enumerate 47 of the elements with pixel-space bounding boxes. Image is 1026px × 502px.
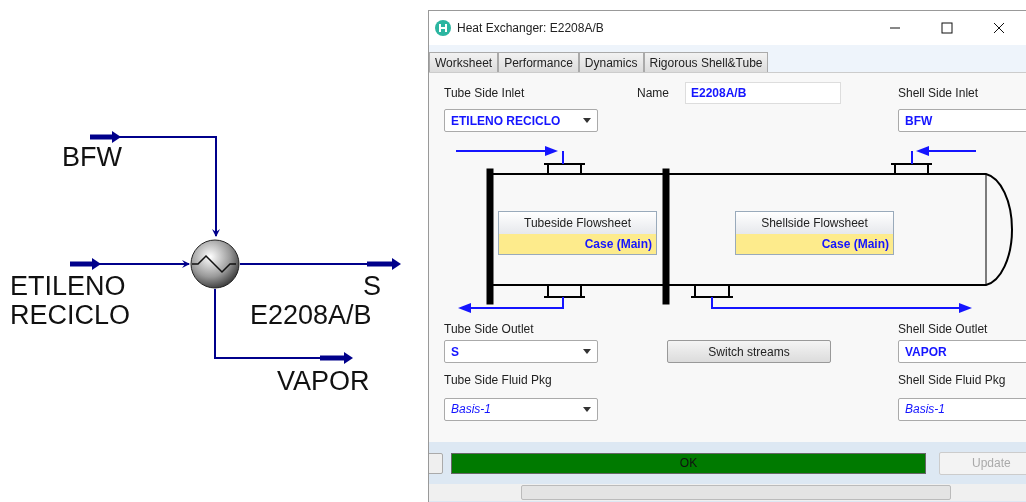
side-button[interactable] [429,452,443,474]
field-label: Tube Side Inlet [444,86,526,101]
dropdown[interactable]: S [444,340,598,364]
name-field[interactable]: E2208A/B [685,82,841,105]
dropdown-value: ETILENO RECICLO [451,113,561,128]
case-label: Case (Main) [736,234,893,255]
caret-icon [583,349,591,355]
status-bar: OK [451,452,926,474]
maximize-icon[interactable] [941,21,953,34]
stream-label: ETILENO RECICLO [10,272,131,330]
scrollbar-thumb[interactable] [521,485,951,500]
app-logo-icon [435,19,451,36]
field-label: Tube Side Outlet [444,322,535,337]
window-title: Heat Exchanger: E2208A/B [457,20,605,35]
case-label: Case (Main) [499,234,656,255]
stream-label: VAPOR [277,367,370,396]
tab[interactable]: Performance [498,52,579,73]
dropdown[interactable]: Basis-1 [898,397,1026,421]
dropdown[interactable]: BFW [898,109,1026,133]
horizontal-scrollbar[interactable] [429,484,1026,501]
switch-streams-button[interactable]: Switch streams [667,340,831,364]
caret-icon [583,118,591,124]
caret-icon [583,406,591,412]
field-label: Shell Side Outlet [898,322,989,337]
tab[interactable]: Dynamics [578,52,644,73]
stream-label: S [362,272,381,301]
heat-exchanger-icon [190,239,240,289]
dropdown[interactable]: Basis-1 [444,397,598,421]
field-label: Tube Side Fluid Pkg [444,373,553,388]
field-label: Name [637,86,670,101]
dropdown-value: Basis-1 [905,402,945,417]
dropdown[interactable]: VAPOR [898,340,1026,364]
dropdown[interactable]: ETILENO RECICLO [444,109,598,133]
unit-label: E2208A/B [250,301,372,330]
flow-arrow [911,146,977,166]
tab[interactable]: Worksheet [429,52,499,73]
dropdown-value: Basis-1 [451,402,491,417]
shellside-flowsheet-button[interactable]: Shellside Flowsheet [736,212,893,235]
dropdown-value: S [451,344,459,359]
stream-label: BFW [62,143,122,172]
tab[interactable]: Rigorous Shell&Tube [643,52,769,73]
field-label: Shell Side Fluid Pkg [898,373,1007,388]
dropdown-value: VAPOR [905,344,947,359]
dropdown-value: BFW [905,113,933,128]
tubeside-flowsheet-button[interactable]: Tubeside Flowsheet [499,212,656,235]
close-icon[interactable] [993,21,1005,34]
field-label: Shell Side Inlet [898,86,980,101]
